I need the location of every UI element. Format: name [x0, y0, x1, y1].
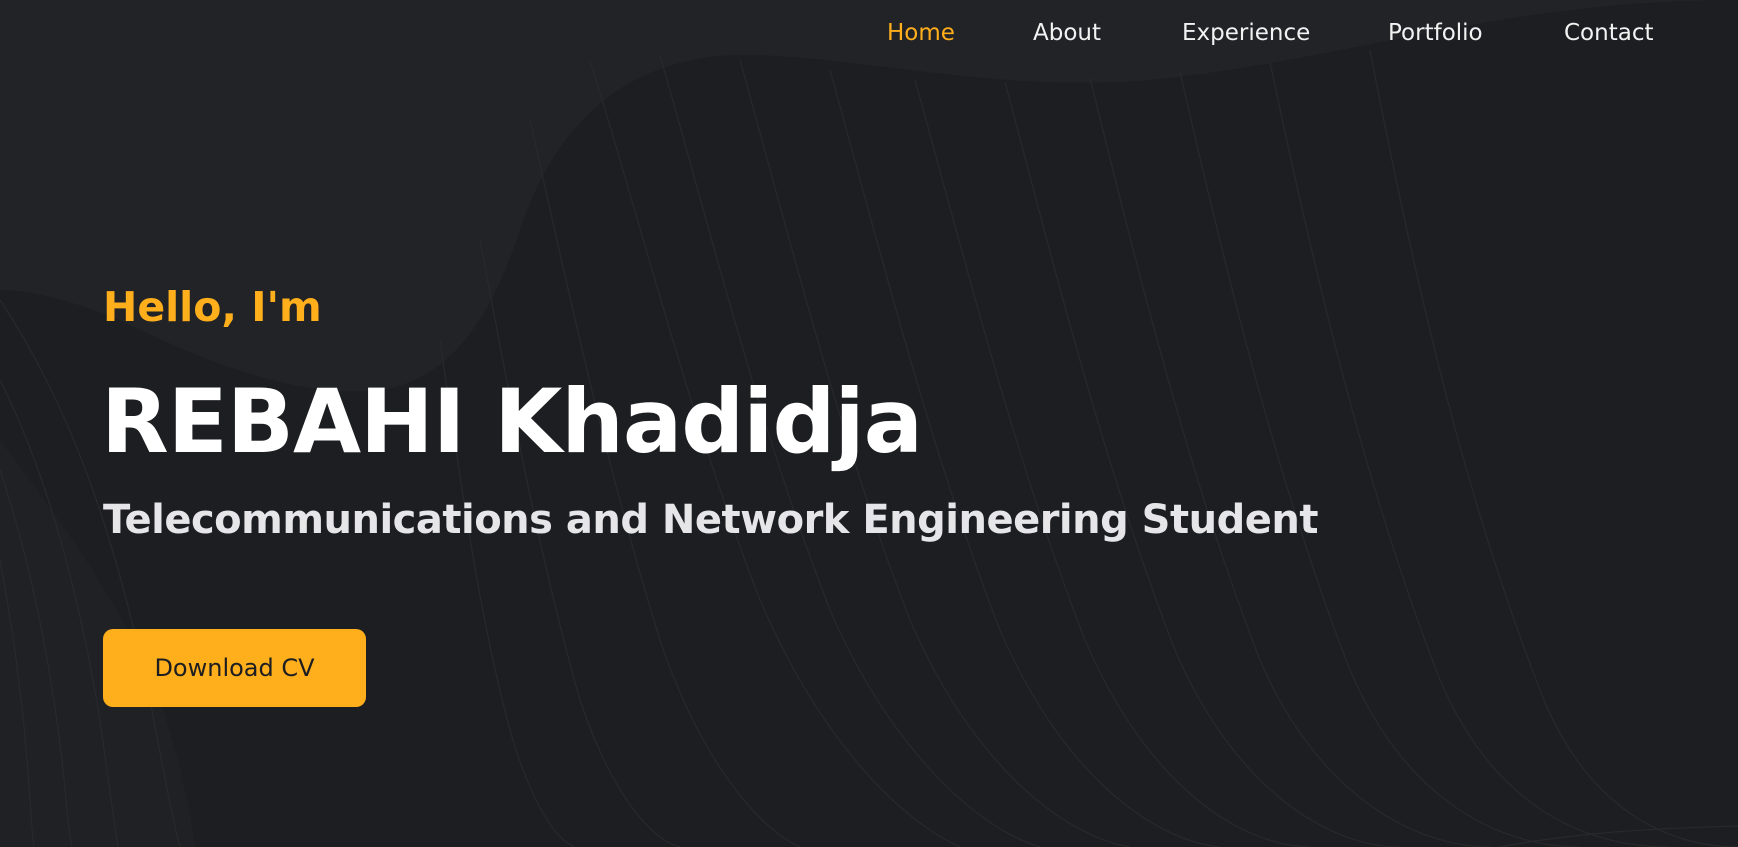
hero-section: Home About Experience Portfolio Contact …	[0, 0, 1738, 847]
role-subheading: Telecommunications and Network Engineeri…	[103, 497, 1318, 543]
greeting-text: Hello, I'm	[103, 283, 322, 331]
nav-link-home[interactable]: Home	[887, 18, 955, 48]
main-navigation: Home About Experience Portfolio Contact	[0, 0, 1738, 68]
nav-link-experience[interactable]: Experience	[1182, 18, 1310, 48]
download-cv-button[interactable]: Download CV	[103, 629, 366, 707]
nav-link-about[interactable]: About	[1033, 18, 1101, 48]
nav-link-portfolio[interactable]: Portfolio	[1388, 18, 1483, 48]
nav-link-contact[interactable]: Contact	[1564, 18, 1653, 48]
person-name-heading: REBAHI Khadidja	[101, 370, 923, 473]
